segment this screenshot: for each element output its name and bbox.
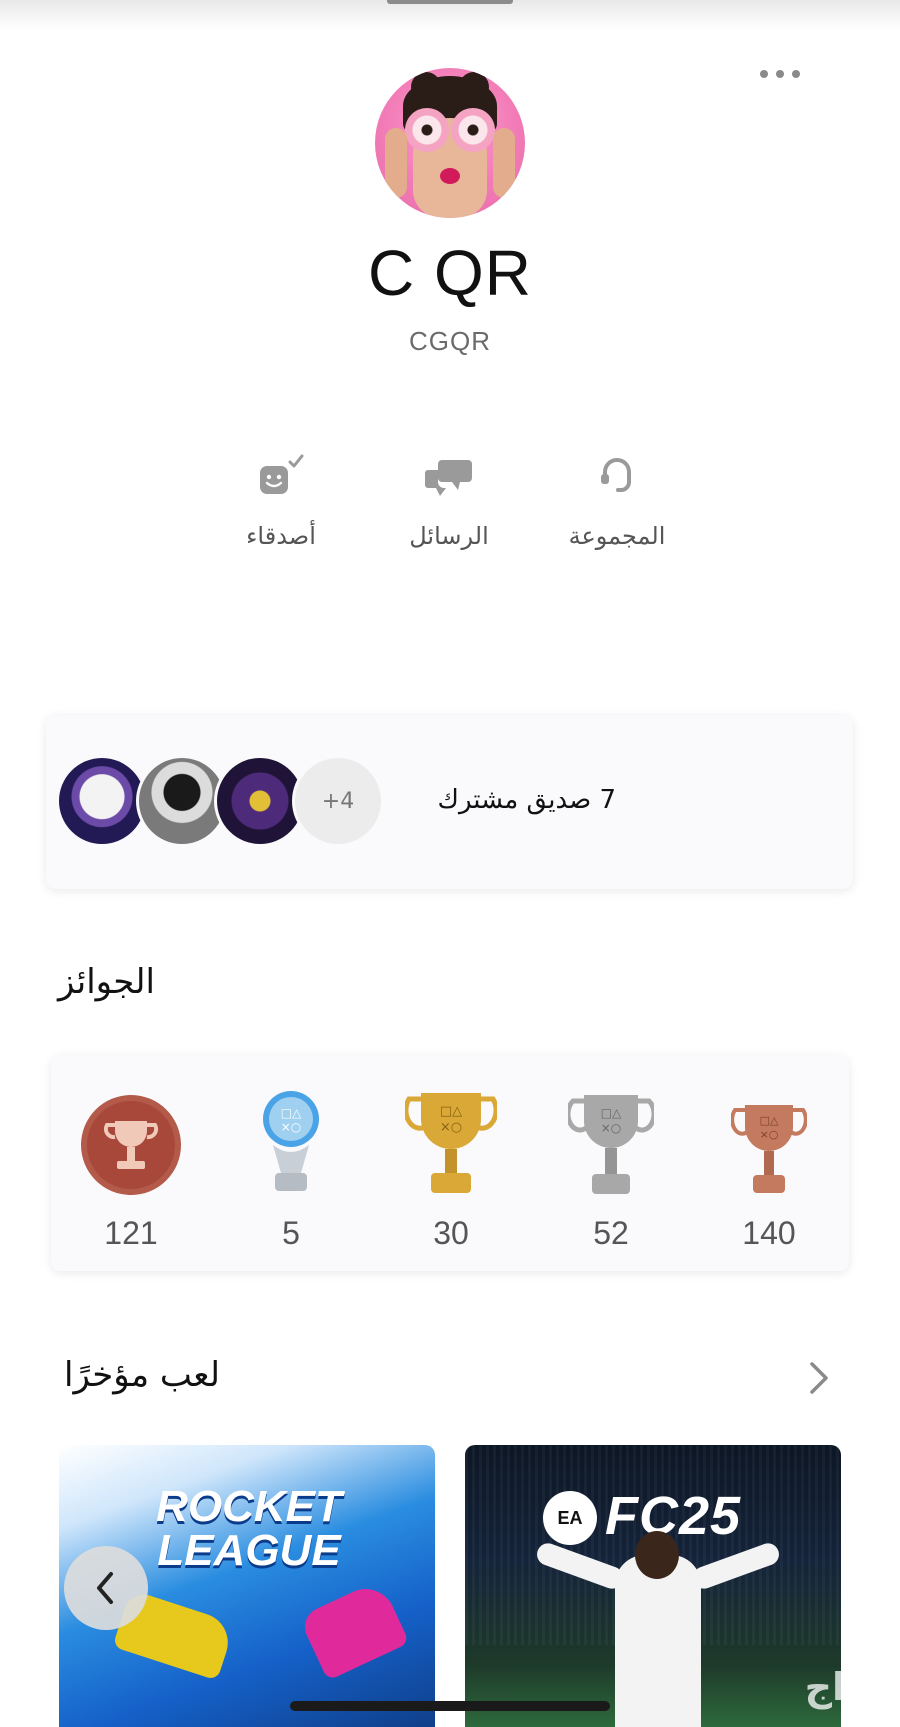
dot-icon bbox=[792, 70, 800, 78]
dot-icon bbox=[776, 70, 784, 78]
gold-trophy-item: □△ ×○ 30 bbox=[381, 1089, 521, 1252]
watermark-text: حراج bbox=[804, 1665, 896, 1709]
silver-trophy-item: □△ ×○ 52 bbox=[541, 1089, 681, 1252]
svg-text:□△: □△ bbox=[760, 1114, 779, 1127]
chat-bubbles-icon bbox=[374, 450, 524, 500]
headset-icon bbox=[542, 450, 692, 500]
back-button[interactable] bbox=[64, 1546, 148, 1630]
sheet-top-shadow bbox=[0, 0, 900, 30]
platinum-trophy-item: □△ ×○ 5 bbox=[221, 1089, 361, 1252]
messages-label: الرسائل bbox=[409, 522, 489, 550]
svg-text:×○: ×○ bbox=[440, 1120, 462, 1135]
svg-text:×○: ×○ bbox=[281, 1120, 302, 1134]
trophies-section-title: الجوائز bbox=[58, 962, 155, 1002]
svg-text:□△: □△ bbox=[601, 1106, 622, 1120]
profile-online-id: CGQR bbox=[409, 326, 491, 356]
platinum-trophy-icon: □△ ×○ bbox=[221, 1089, 361, 1197]
add-friend-icon bbox=[206, 450, 356, 500]
mutual-friend-avatar[interactable] bbox=[56, 755, 148, 847]
svg-text:×○: ×○ bbox=[760, 1128, 779, 1141]
trophy-level-count: 121 bbox=[104, 1215, 158, 1251]
silver-trophy-icon: □△ ×○ bbox=[541, 1089, 681, 1197]
gold-trophy-icon: □△ ×○ bbox=[381, 1089, 521, 1197]
bronze-trophy-item: □△ ×○ 140 bbox=[699, 1089, 839, 1252]
friends-button[interactable]: أصدقاء bbox=[206, 450, 356, 550]
friends-label: أصدقاء bbox=[246, 522, 316, 550]
player-image bbox=[615, 1555, 701, 1727]
bronze-trophy-icon: □△ ×○ bbox=[699, 1089, 839, 1197]
sheet-grab-handle[interactable] bbox=[387, 0, 513, 4]
trophies-card[interactable]: 121 □△ ×○ 5 □△ ×○ 30 □△ ×○ 52 □△ ×○ 140 bbox=[51, 1055, 849, 1271]
gold-trophy-count: 30 bbox=[433, 1215, 469, 1251]
chevron-right-icon[interactable] bbox=[800, 1358, 836, 1398]
mutual-friends-more-badge[interactable]: +4 bbox=[292, 755, 384, 847]
trophy-level-item: 121 bbox=[61, 1089, 201, 1252]
messages-button[interactable]: الرسائل bbox=[374, 450, 524, 550]
svg-text:□△: □△ bbox=[281, 1106, 302, 1120]
more-options-button[interactable] bbox=[754, 62, 806, 86]
platinum-trophy-count: 5 bbox=[282, 1215, 300, 1251]
home-indicator[interactable] bbox=[290, 1701, 610, 1711]
trophy-level-icon bbox=[61, 1089, 201, 1197]
game-tile-fc25[interactable]: EA FC25 bbox=[465, 1445, 841, 1727]
mutual-friends-count-text: 7 صديق مشترك bbox=[437, 785, 616, 815]
silver-trophy-count: 52 bbox=[593, 1215, 629, 1251]
dot-icon bbox=[760, 70, 768, 78]
mutual-friends-card[interactable]: +4 7 صديق مشترك bbox=[46, 715, 853, 889]
svg-text:×○: ×○ bbox=[601, 1121, 622, 1135]
profile-display-name: C QR bbox=[368, 237, 532, 309]
party-button[interactable]: المجموعة bbox=[542, 450, 692, 550]
ea-sports-logo: EA bbox=[543, 1491, 597, 1545]
bronze-trophy-count: 140 bbox=[742, 1215, 796, 1251]
recently-played-title: لعب مؤخرًا bbox=[64, 1355, 220, 1395]
rocket-league-logo: ROCKET LEAGUE bbox=[156, 1482, 342, 1575]
group-label: المجموعة bbox=[568, 522, 666, 550]
svg-text:□△: □△ bbox=[440, 1104, 462, 1119]
car-image bbox=[298, 1579, 410, 1681]
profile-avatar[interactable] bbox=[375, 68, 525, 218]
chevron-left-icon bbox=[97, 1572, 113, 1604]
